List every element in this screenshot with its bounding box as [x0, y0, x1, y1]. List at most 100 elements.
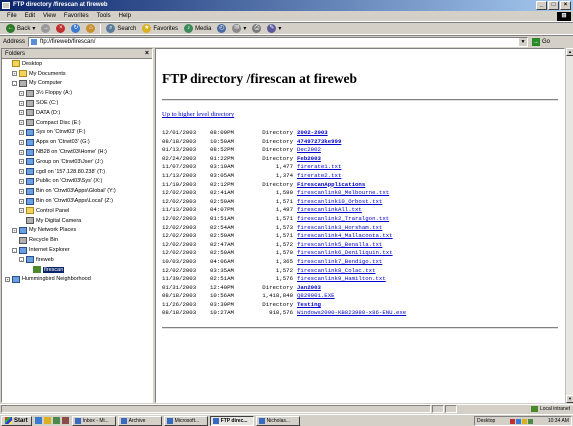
row-file-link[interactable]: firerate2.txt [293, 172, 341, 181]
taskbar-button[interactable]: Inbox - Mi... [71, 415, 116, 426]
tree-item[interactable]: Recycle Bin [2, 235, 152, 245]
maximize-button[interactable]: □ [548, 1, 559, 10]
tray-alert-icon[interactable] [510, 418, 516, 424]
expand-toggle-icon[interactable]: - [19, 257, 24, 263]
tree-item[interactable]: - fireweb [2, 255, 152, 265]
row-file-link[interactable]: 47497273ke999 [293, 138, 341, 147]
tree-item[interactable]: + DATA (D:) [2, 108, 152, 118]
chevron-down-icon[interactable]: ▼ [519, 37, 528, 46]
row-file-link[interactable]: Testing [293, 301, 321, 310]
expand-toggle-icon[interactable]: - [12, 247, 17, 253]
scroll-up-icon[interactable]: ▲ [566, 48, 573, 56]
menu-edit[interactable]: Edit [21, 13, 39, 19]
tree-item[interactable]: + My Documents [2, 69, 152, 79]
row-file-link[interactable]: firescanlinkAll.txt [293, 206, 362, 215]
row-file-link[interactable]: firescanlink0_Melbourne.txt [293, 189, 389, 198]
row-file-link[interactable]: Jan2003 [293, 284, 321, 293]
history-button[interactable]: ◴ [214, 23, 229, 34]
tree-item[interactable]: My Digital Camera [2, 216, 152, 226]
address-input[interactable]: ftp://fireweb/firescan/ ▼ [28, 36, 529, 47]
edit-button[interactable]: ✎ ▾ [264, 23, 284, 34]
tree-item[interactable]: + Bin on 'Ctrwt03\Apps\Global' (Y:) [2, 186, 152, 196]
media-button[interactable]: ♪ Media [181, 23, 214, 34]
expand-toggle-icon[interactable]: + [19, 188, 24, 194]
row-file-link[interactable]: Q829901.EXE [293, 292, 335, 301]
expand-toggle-icon[interactable]: + [19, 178, 24, 184]
tree-item[interactable]: + Apps on 'Ctrwt03' (G:) [2, 137, 152, 147]
expand-toggle-icon[interactable]: + [19, 100, 24, 106]
forward-button[interactable]: → [38, 23, 53, 34]
taskbar-button[interactable]: Nicholas... [255, 415, 300, 426]
minimize-button[interactable]: _ [536, 1, 547, 10]
scroll-down-icon[interactable]: ▼ [566, 395, 573, 403]
tree-item[interactable]: - My Computer [2, 79, 152, 89]
expand-toggle-icon[interactable]: + [19, 120, 24, 126]
row-file-link[interactable]: Dec2002 [293, 146, 321, 155]
stop-button[interactable]: × [53, 23, 68, 34]
refresh-button[interactable]: ↻ [68, 23, 83, 34]
expand-toggle-icon[interactable]: + [19, 169, 24, 175]
row-file-link[interactable]: firescanlink2_Traralgon.txt [293, 215, 389, 224]
tree-item[interactable]: +3½ Floppy (A:) [2, 88, 152, 98]
row-file-link[interactable]: firescanlink4_Mallacoota.txt [293, 232, 393, 241]
ie-window-icon[interactable] [2, 2, 10, 9]
menu-file[interactable]: File [3, 13, 21, 19]
mail-button[interactable]: ✉ ▾ [229, 23, 249, 34]
menu-help[interactable]: Help [115, 13, 135, 19]
expand-toggle-icon[interactable]: + [12, 71, 17, 77]
tree-item[interactable]: + cgdl on '157.128.80.238' (T:) [2, 167, 152, 177]
expand-toggle-icon[interactable]: + [19, 159, 24, 165]
tree-item[interactable]: Desktop [2, 59, 152, 69]
tree-item[interactable]: + Bin on 'Ctrwt03\Apps\Local' (Z:) [2, 196, 152, 206]
row-file-link[interactable]: Windows2000-KB823980-x86-ENU.exe [293, 309, 406, 318]
tree-item[interactable]: + Hummingbird Neighborhood [2, 275, 152, 285]
expand-toggle-icon[interactable]: + [19, 139, 24, 145]
media-quicklaunch-icon[interactable] [61, 417, 69, 424]
tree-item[interactable]: + SOE (C:) [2, 98, 152, 108]
tree-item[interactable]: + Control Panel [2, 206, 152, 216]
tree-item[interactable]: + NB28 on 'Ctrwt03\Home' (H:) [2, 147, 152, 157]
menu-tools[interactable]: Tools [93, 13, 115, 19]
menu-favorites[interactable]: Favorites [60, 13, 93, 19]
tree-item[interactable]: + Sys on 'Ctrwt03' (F:) [2, 128, 152, 138]
expand-toggle-icon[interactable]: + [19, 129, 24, 135]
home-button[interactable]: ⌂ [83, 23, 98, 34]
back-button[interactable]: ← Back ▾ [3, 23, 38, 34]
close-icon[interactable]: × [145, 49, 149, 59]
tray-network-icon[interactable] [516, 418, 522, 424]
expand-toggle-icon[interactable]: + [19, 149, 24, 155]
favorites-button[interactable]: ★ Favorites [139, 23, 181, 34]
expand-toggle-icon[interactable]: + [19, 208, 24, 214]
tree-item[interactable]: - Internet Explorer [2, 245, 152, 255]
taskbar-button[interactable]: Microsoft... [163, 415, 208, 426]
row-file-link[interactable]: FirescanApplications [293, 181, 365, 190]
row-file-link[interactable]: firescanlink8_Colac.txt [293, 267, 376, 276]
taskbar-button[interactable]: Archive [117, 415, 162, 426]
tree-item[interactable]: + Public on 'Ctrwt03\Sys' (X:) [2, 177, 152, 187]
go-button[interactable]: → Go [532, 37, 550, 46]
ie-quicklaunch-icon[interactable] [34, 417, 42, 424]
tree-item[interactable]: firescan [2, 265, 152, 275]
row-file-link[interactable]: firescanlink9_Hamilton.txt [293, 275, 386, 284]
row-file-link[interactable]: firescanlink10_Orbost.txt [293, 198, 382, 207]
row-file-link[interactable]: firescanlink7_Bendigo.txt [293, 258, 382, 267]
expand-toggle-icon[interactable]: + [5, 276, 10, 282]
expand-toggle-icon[interactable]: - [12, 80, 17, 86]
row-file-link[interactable]: firescanlink6_Deniliquin.txt [293, 249, 393, 258]
vertical-scrollbar[interactable]: ▲ ▼ [565, 48, 573, 403]
tree-item[interactable]: + My Network Places [2, 226, 152, 236]
desktop-quicklaunch-icon[interactable] [52, 417, 60, 424]
tray-app-icon[interactable] [528, 418, 534, 424]
expand-toggle-icon[interactable]: + [19, 198, 24, 204]
row-file-link[interactable]: firescanlink5_Benalla.txt [293, 241, 382, 250]
start-button[interactable]: Start [1, 415, 32, 426]
expand-toggle-icon[interactable]: + [19, 110, 24, 116]
expand-toggle-icon[interactable]: + [12, 227, 17, 233]
outlook-quicklaunch-icon[interactable] [43, 417, 51, 424]
search-button[interactable]: ⌕ Search [103, 23, 139, 34]
row-file-link[interactable]: firerate1.txt [293, 163, 341, 172]
clock[interactable]: 10:34 AM [548, 418, 569, 424]
tree-item[interactable]: + Compact Disc (E:) [2, 118, 152, 128]
print-button[interactable]: ⎙ [249, 23, 264, 34]
close-button[interactable]: × [560, 1, 571, 10]
